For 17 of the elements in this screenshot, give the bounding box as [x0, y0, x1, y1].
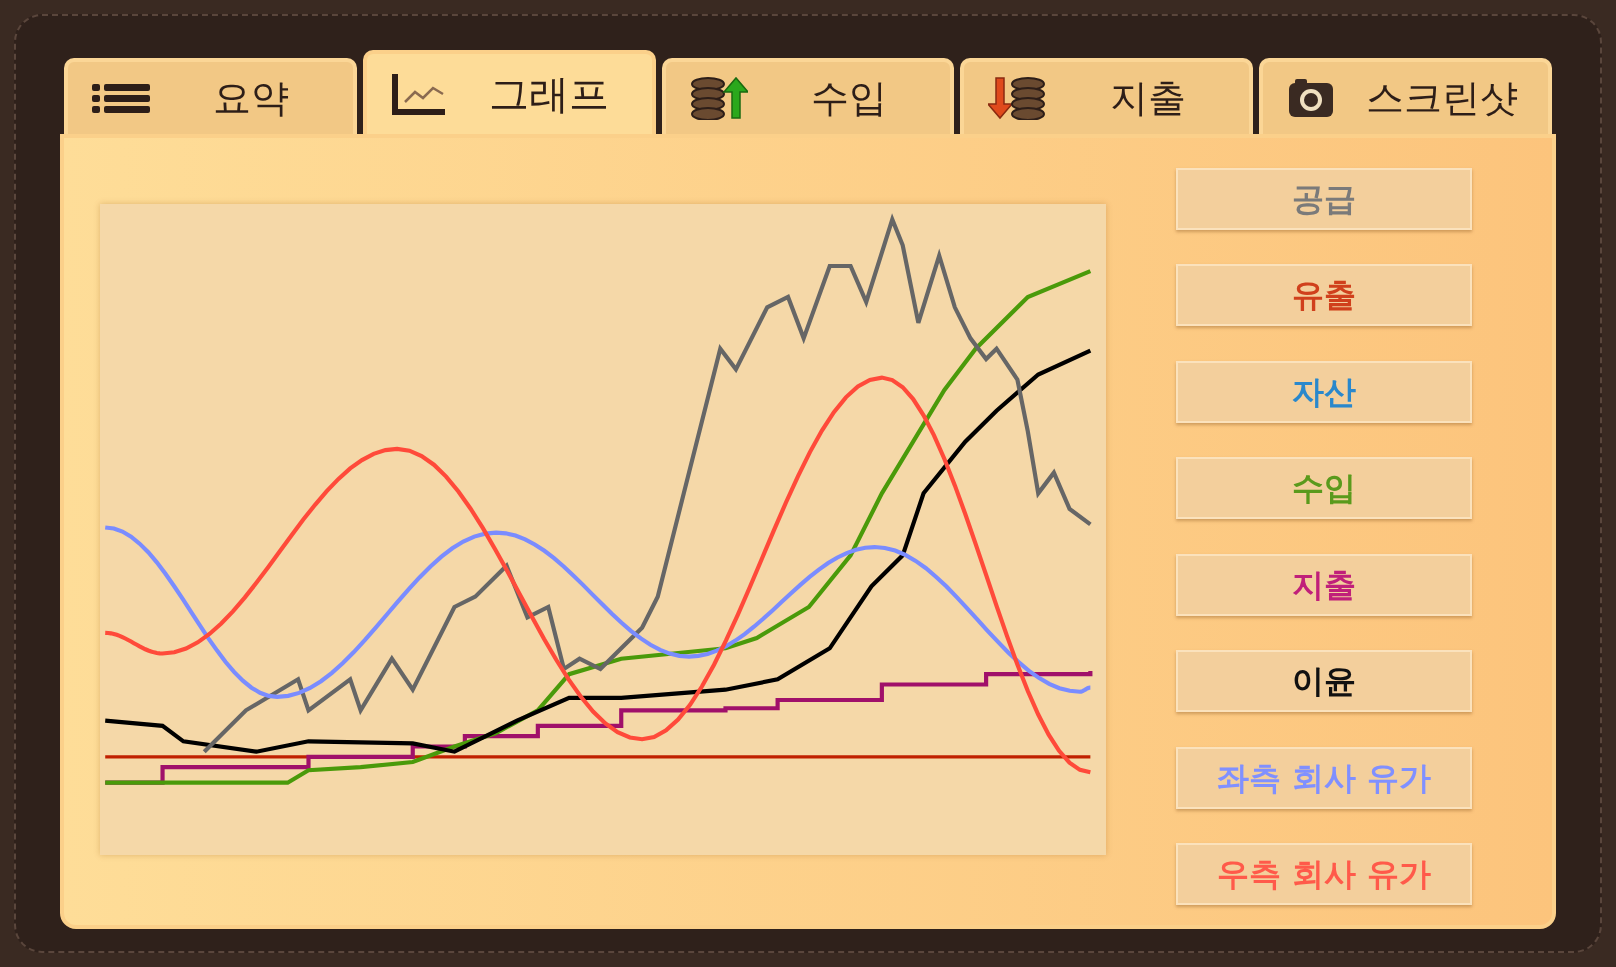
- legend-button[interactable]: 좌측 회사 유가: [1216, 759, 1432, 796]
- tab[interactable]: 수입: [661, 58, 955, 134]
- legend-button[interactable]: 공급: [1292, 181, 1356, 217]
- camera-icon: [1287, 77, 1336, 119]
- tab[interactable]: 스크린샷: [1259, 58, 1552, 134]
- legend-button[interactable]: 이윤: [1292, 663, 1356, 700]
- coins-arrow-up-icon: [689, 76, 748, 120]
- legend-button[interactable]: 우측 회사 유가: [1216, 855, 1432, 892]
- tab[interactable]: 그래프: [362, 50, 656, 134]
- legend-button[interactable]: 유출: [1292, 277, 1356, 314]
- legend-button[interactable]: 지출: [1292, 566, 1356, 603]
- line-chart-icon: [390, 72, 447, 116]
- legend-button[interactable]: 자산: [1292, 373, 1356, 410]
- tab[interactable]: 지출: [960, 58, 1254, 134]
- legend-button[interactable]: 수입: [1292, 470, 1356, 507]
- coins-arrow-down-icon: [988, 76, 1047, 120]
- tab[interactable]: 요약: [64, 58, 357, 134]
